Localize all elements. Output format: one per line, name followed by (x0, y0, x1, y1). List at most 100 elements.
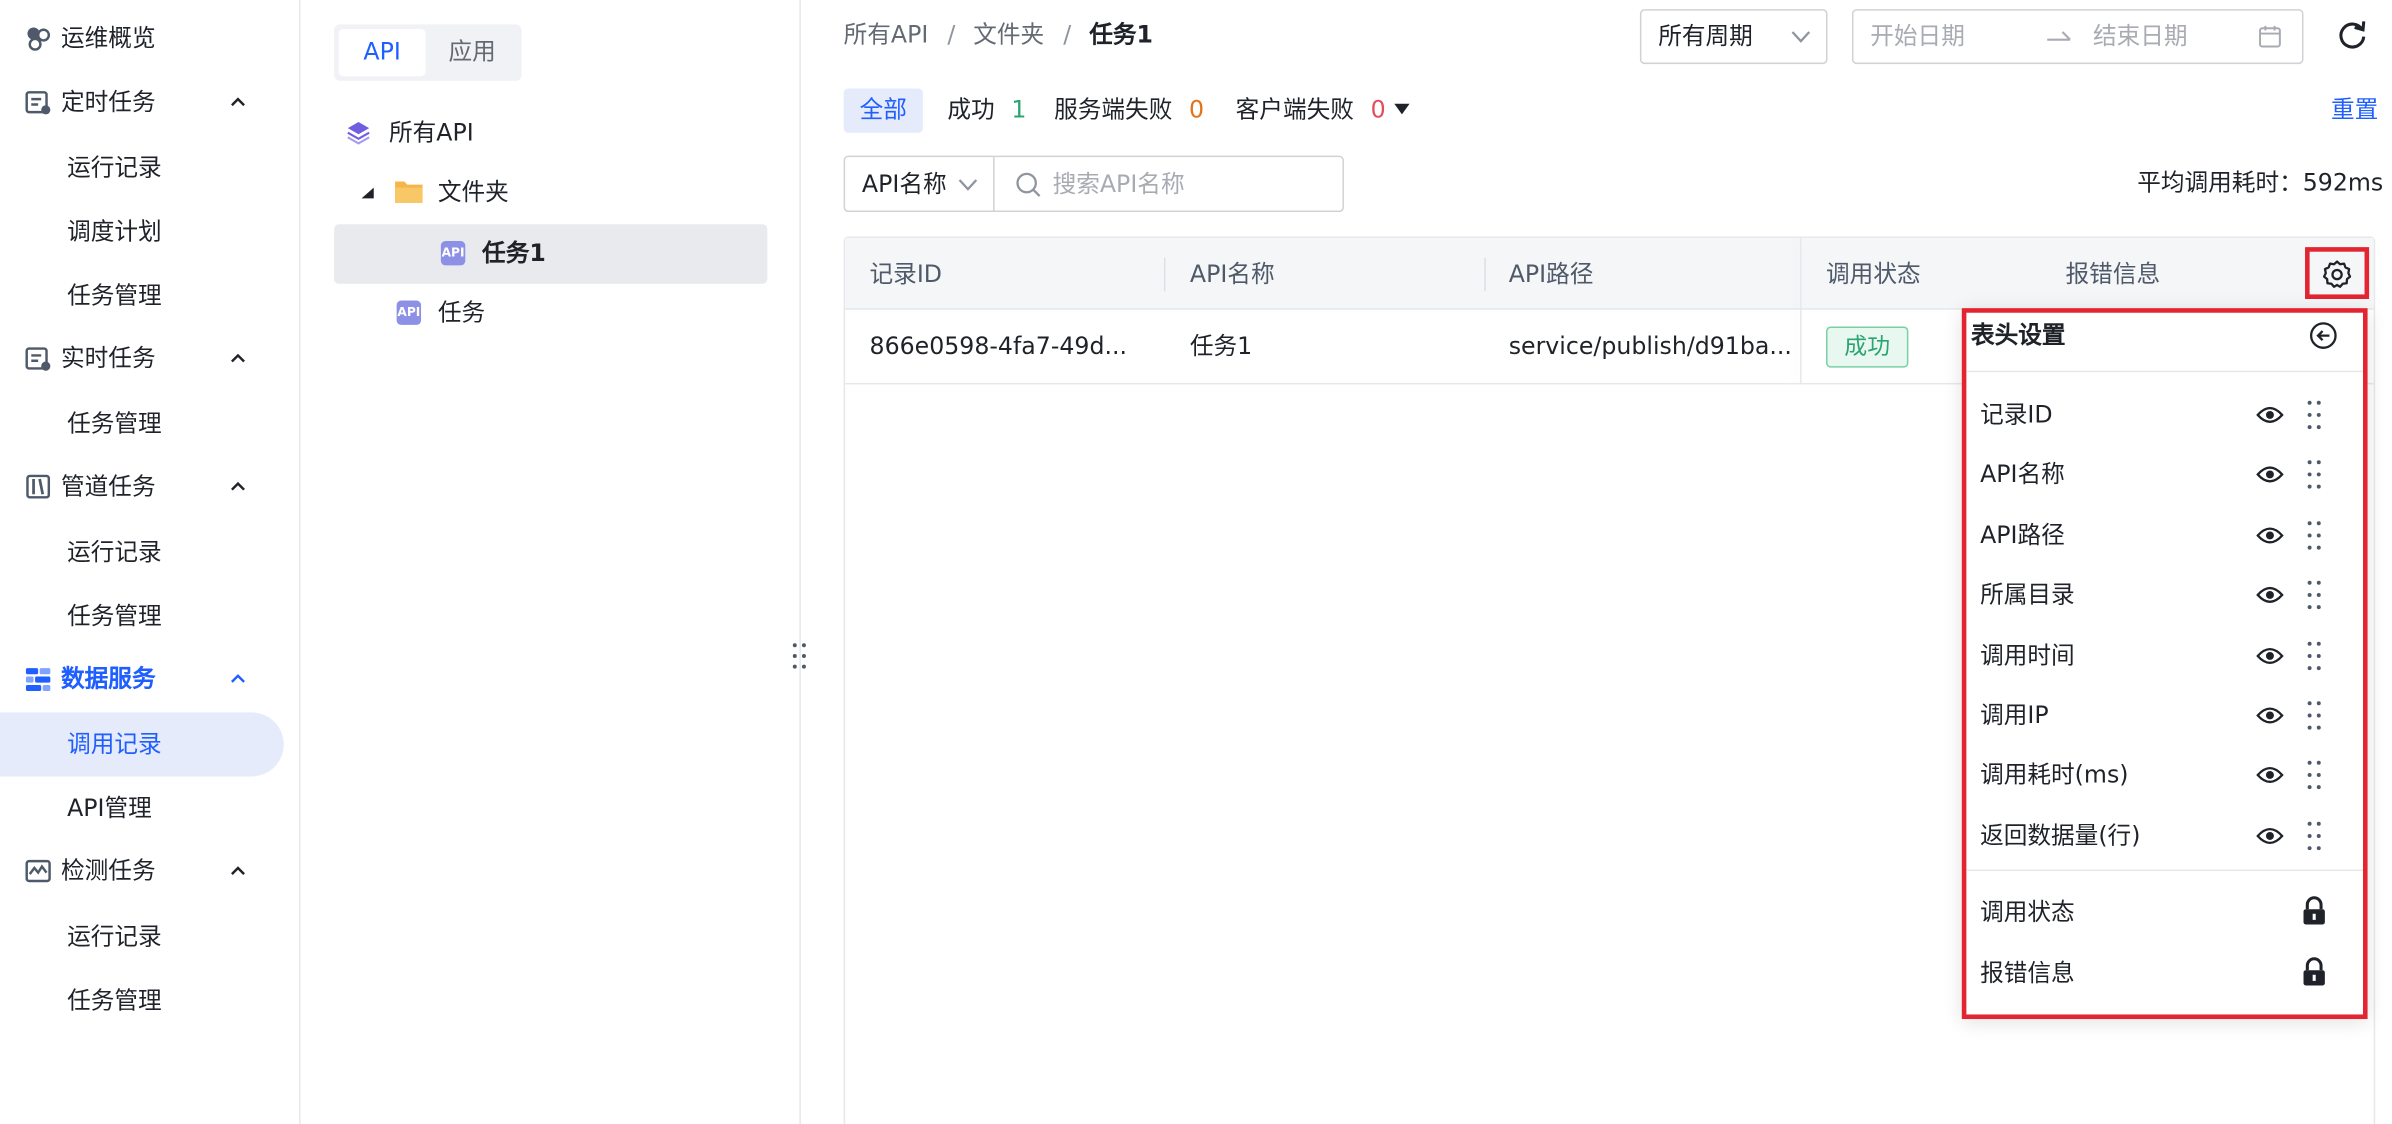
chevron-down-icon (1791, 31, 1811, 43)
drag-handle-icon[interactable] (2305, 518, 2323, 558)
drag-handle-icon[interactable] (2305, 458, 2323, 498)
nav-group-monitor[interactable]: 检测任务 (0, 844, 301, 899)
nav-item-realtime-task-mgmt[interactable]: 任务管理 (0, 392, 284, 456)
nav-group-data-service[interactable]: 数据服务 (0, 651, 301, 706)
reset-link[interactable]: 重置 (2331, 93, 2378, 127)
column-setting-label: 所属目录 (1980, 581, 2075, 609)
nav-group-label: 定时任务 (61, 88, 156, 116)
gear-icon (2322, 260, 2352, 288)
nav-group-schedule[interactable]: 定时任务 (0, 75, 301, 130)
chevron-up-icon[interactable] (229, 349, 247, 367)
table-header-record-id: 记录ID (869, 260, 943, 289)
chevron-down-icon (958, 179, 978, 191)
drag-handle-icon[interactable] (2305, 699, 2323, 739)
drag-handle-icon[interactable] (2305, 578, 2323, 618)
eye-icon[interactable] (2256, 703, 2284, 732)
reset-columns-icon[interactable] (2308, 320, 2339, 351)
column-setting-row[interactable]: 所属目录 (1966, 566, 2363, 625)
drag-handle-icon[interactable] (2305, 819, 2323, 859)
drag-handle-icon[interactable] (2305, 639, 2323, 679)
search-field-select[interactable]: API名称 (845, 157, 995, 211)
divider (1966, 370, 2363, 373)
end-date-input[interactable]: 结束日期 (2093, 21, 2188, 52)
date-range-picker[interactable]: 开始日期 结束日期 (1851, 9, 2304, 65)
nav-overview[interactable]: 运维概览 (0, 11, 301, 66)
monitor-icon (25, 859, 51, 883)
nav-item-schedule-plan[interactable]: 调度计划 (0, 200, 284, 264)
column-setting-label: 调用状态 (1980, 898, 2075, 926)
breadcrumb-folder[interactable]: 文件夹 (973, 18, 1044, 52)
table-header-call-status: 调用状态 (1826, 260, 1921, 289)
nav-group-label: 实时任务 (61, 344, 156, 373)
cell-record-id: 866e0598-4fa7-49d... (869, 332, 1128, 361)
nav-group-realtime[interactable]: 实时任务 (0, 331, 301, 386)
eye-icon[interactable] (2256, 583, 2284, 612)
tree-node-selected-row[interactable] (334, 224, 768, 284)
data-service-icon (25, 668, 51, 692)
sidebar: 运维概览 定时任务 运行记录 调度计划 任务管理 实时任务 任务管理 管道任务 … (0, 0, 301, 1124)
drag-handle-icon[interactable] (2305, 398, 2323, 438)
search-group: API名称 搜索API名称 (843, 155, 1344, 213)
tree-node-task1[interactable]: 任务1 (482, 238, 546, 269)
column-setting-row[interactable]: API名称 (1966, 446, 2363, 505)
column-setting-row[interactable]: 记录ID (1966, 386, 2363, 445)
caret-down-icon[interactable] (360, 186, 375, 201)
eye-icon[interactable] (2256, 643, 2284, 672)
chevron-up-icon[interactable] (229, 862, 247, 880)
eye-icon[interactable] (2256, 763, 2284, 792)
period-select[interactable]: 所有周期 (1639, 9, 1828, 65)
nav-item-api-mgmt[interactable]: API管理 (0, 776, 284, 840)
breadcrumb-separator: / (947, 21, 956, 49)
refresh-icon[interactable] (2337, 20, 2368, 51)
cell-api-name: 任务1 (1189, 332, 1253, 361)
tab-client-fail[interactable]: 客户端失败 0 (1236, 88, 1386, 132)
eye-icon[interactable] (2256, 463, 2284, 492)
column-settings-button[interactable] (2305, 247, 2370, 299)
chevron-up-icon[interactable] (229, 93, 247, 111)
tab-all[interactable]: 全部 (843, 88, 923, 133)
column-setting-row[interactable]: API路径 (1966, 506, 2363, 565)
tree-node-task[interactable]: 任务 (438, 297, 485, 328)
tree-node-folder[interactable]: 文件夹 (438, 177, 509, 208)
tab-success[interactable]: 成功 1 (947, 88, 1026, 132)
tab-label: 成功 (947, 96, 995, 124)
tab-server-fail[interactable]: 服务端失败 0 (1054, 88, 1204, 132)
column-setting-label: 调用时间 (1980, 641, 2075, 670)
segment-api[interactable]: API (338, 28, 426, 77)
table-header-error-info: 报错信息 (2065, 260, 2161, 289)
tab-label: 客户端失败 (1235, 96, 1354, 124)
breadcrumb-separator: / (1063, 21, 1072, 49)
caret-down-icon[interactable] (1393, 102, 1411, 117)
nav-group-label: 数据服务 (61, 665, 156, 693)
column-setting-label: 记录ID (1980, 401, 2053, 429)
nav-item-monitor-task-mgmt[interactable]: 任务管理 (0, 969, 284, 1033)
nav-item-monitor-run-records[interactable]: 运行记录 (0, 905, 284, 969)
nav-group-pipeline[interactable]: 管道任务 (0, 459, 301, 514)
start-date-input[interactable]: 开始日期 (1870, 21, 1965, 52)
nav-item-schedule-task-mgmt[interactable]: 任务管理 (0, 264, 284, 328)
chevron-up-icon[interactable] (229, 477, 247, 495)
search-input[interactable]: 搜索API名称 (1053, 169, 1185, 200)
eye-icon[interactable] (2256, 823, 2284, 852)
nav-item-pipeline-task-mgmt[interactable]: 任务管理 (0, 584, 284, 648)
nav-item-schedule-run-records[interactable]: 运行记录 (0, 136, 284, 200)
column-setting-row[interactable]: 调用耗时(ms) (1966, 747, 2363, 806)
column-setting-row[interactable]: 返回数据量(行) (1966, 807, 2363, 866)
locked-column-row: 调用状态 (1966, 883, 2363, 942)
column-setting-label: 报错信息 (1980, 958, 2075, 987)
nav-item-pipeline-run-records[interactable]: 运行记录 (0, 520, 284, 584)
column-setting-label: 调用IP (1980, 701, 2049, 730)
column-setting-row[interactable]: 调用IP (1966, 686, 2363, 745)
breadcrumb-all-api[interactable]: 所有API (844, 18, 929, 52)
tree-node-all-api[interactable]: 所有API (389, 117, 474, 148)
nav-group-label: 管道任务 (61, 472, 156, 501)
column-divider (1163, 257, 1166, 292)
segment-app[interactable]: 应用 (429, 29, 516, 76)
chevron-up-icon[interactable] (229, 670, 247, 688)
eye-icon[interactable] (2256, 403, 2284, 432)
nav-item-call-records[interactable]: 调用记录 (0, 712, 284, 777)
column-setting-label: API路径 (1980, 521, 2065, 549)
column-setting-row[interactable]: 调用时间 (1966, 626, 2363, 685)
eye-icon[interactable] (2256, 523, 2284, 552)
drag-handle-icon[interactable] (2305, 759, 2323, 799)
